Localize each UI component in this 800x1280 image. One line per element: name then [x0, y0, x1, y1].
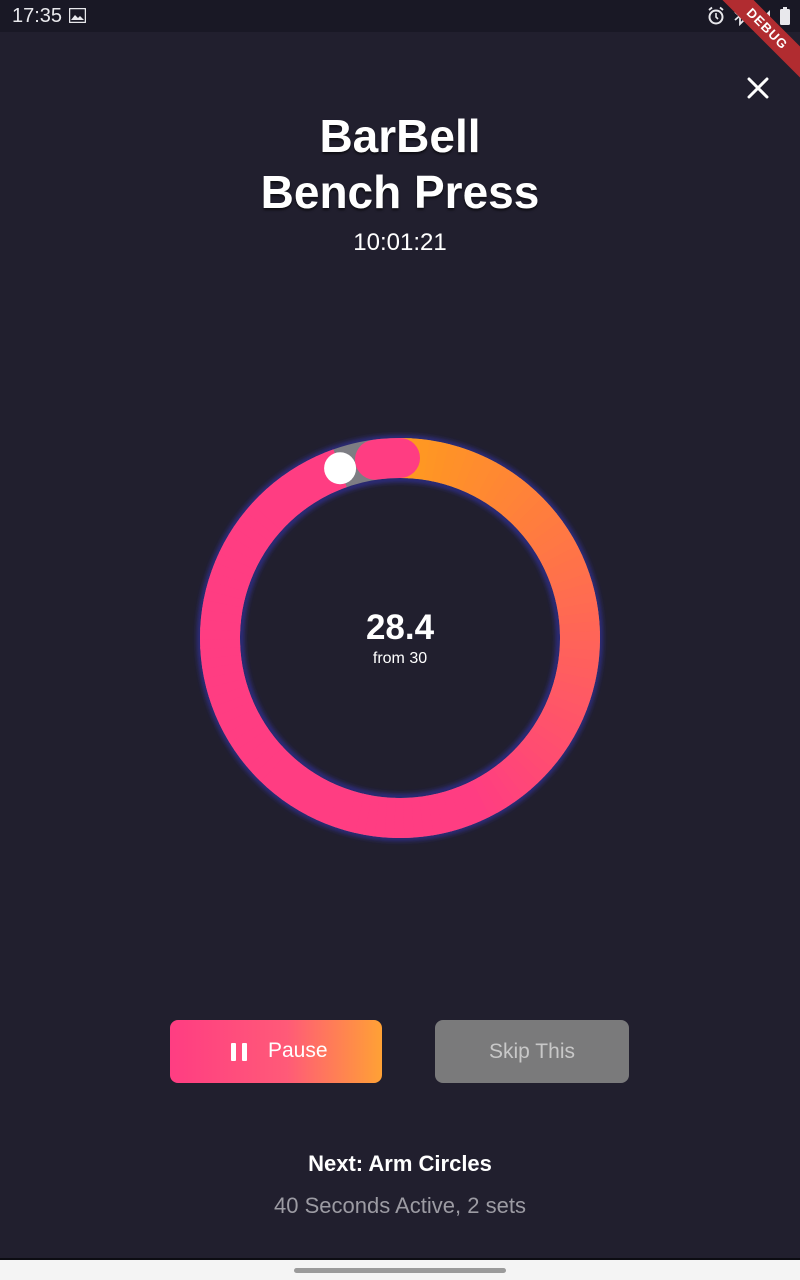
pause-icon: [231, 1043, 247, 1061]
home-handle[interactable]: [294, 1268, 506, 1273]
next-exercise-title: Next: Arm Circles: [308, 1151, 492, 1176]
pause-label: Pause: [268, 1039, 328, 1062]
exercise-title-line2: Bench Press: [260, 166, 540, 218]
remaining-value: 28.4: [365, 608, 435, 647]
alarm-icon: [708, 6, 724, 25]
exercise-title: BarBell Bench Press: [0, 108, 800, 220]
navigation-bar: [0, 1258, 800, 1280]
next-exercise-details: 40 Seconds Active, 2 sets: [274, 1193, 526, 1218]
pause-button[interactable]: Pause: [170, 1020, 382, 1083]
status-time: 17:35: [12, 5, 63, 27]
elapsed-clock: 10:01:21: [353, 229, 447, 256]
status-bar: 17:35: [0, 0, 800, 32]
remaining-total: from 30: [372, 650, 428, 667]
skip-button[interactable]: Skip This: [435, 1020, 629, 1083]
image-icon: [69, 8, 86, 23]
exercise-title-line1: BarBell: [319, 110, 481, 162]
ring-knob[interactable]: [324, 452, 357, 485]
ring-progress-head: [354, 438, 420, 480]
battery-icon: [780, 7, 790, 25]
close-icon[interactable]: [740, 70, 776, 106]
